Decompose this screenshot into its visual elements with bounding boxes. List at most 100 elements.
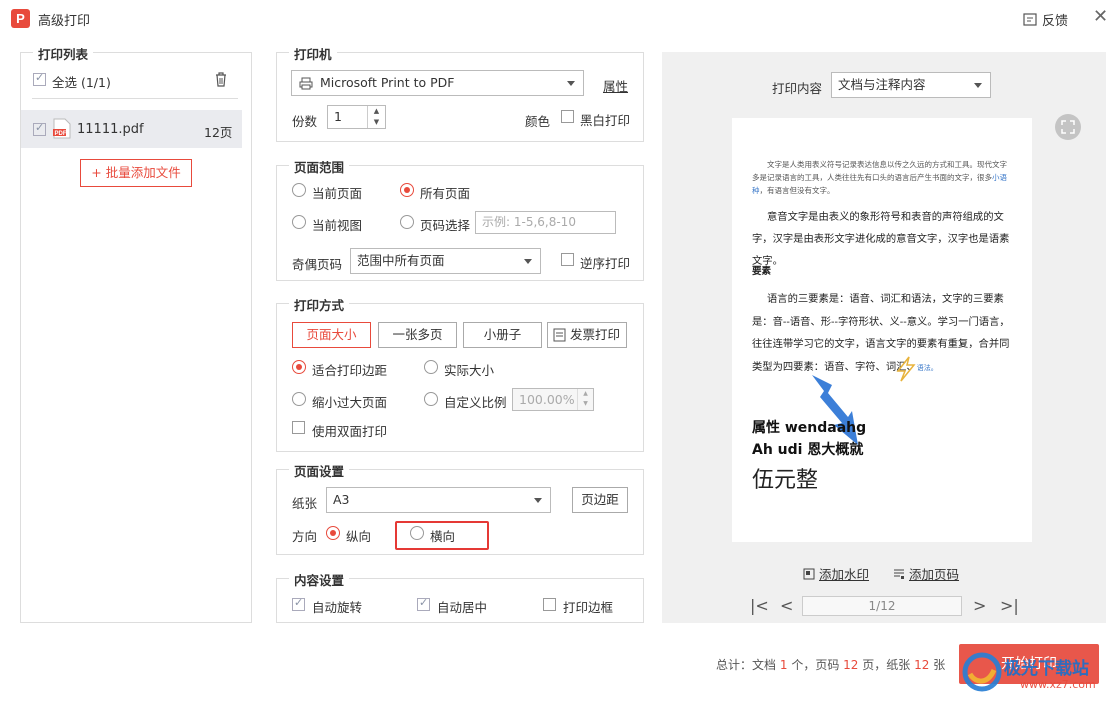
- fullscreen-icon: [1061, 120, 1075, 134]
- duplex-label: 使用双面打印: [312, 424, 388, 439]
- portrait-label: 纵向: [346, 529, 372, 544]
- chevron-down-icon: [567, 81, 575, 86]
- last-page-icon[interactable]: >|: [1000, 596, 1019, 615]
- paper-select[interactable]: A3: [326, 487, 551, 513]
- current-page-label: 当前页面: [312, 186, 363, 201]
- prev-page-icon[interactable]: <: [780, 596, 793, 615]
- fullscreen-button[interactable]: [1055, 114, 1081, 140]
- odd-even-label: 奇偶页码: [292, 257, 343, 272]
- select-all-label: 全选 (1/1): [52, 75, 111, 90]
- file-pages: 12页: [204, 125, 233, 140]
- print-content-value: 文档与注释内容: [838, 77, 926, 92]
- bw-checkbox[interactable]: [561, 110, 574, 123]
- watermark-icon: [803, 568, 815, 579]
- printer-properties-link[interactable]: 属性: [603, 76, 628, 95]
- print-mode-title: 打印方式: [289, 295, 350, 314]
- tab-booklet[interactable]: 小册子: [463, 322, 542, 348]
- page-select-label: 页码选择: [420, 218, 471, 233]
- paper-label: 纸张: [292, 496, 318, 511]
- all-pages-radio[interactable]: [400, 183, 414, 197]
- duplex-checkbox[interactable]: [292, 421, 305, 434]
- first-page-icon[interactable]: |<: [750, 596, 769, 615]
- odd-even-select[interactable]: 范围中所有页面: [350, 248, 541, 274]
- tab-invoice-label: 发票打印: [569, 327, 620, 342]
- add-watermark-button[interactable]: 添加水印: [803, 564, 869, 583]
- auto-rotate-checkbox[interactable]: [292, 596, 305, 611]
- file-checkbox[interactable]: [33, 121, 46, 136]
- custom-scale-radio[interactable]: [424, 392, 438, 406]
- copies-value: 1: [334, 109, 342, 124]
- tab-page-size[interactable]: 页面大小: [292, 322, 371, 348]
- feedback-label: 反馈: [1042, 14, 1069, 29]
- page-select-radio[interactable]: [400, 215, 414, 229]
- chevron-down-icon: [524, 259, 532, 264]
- reverse-label: 逆序打印: [580, 256, 631, 271]
- print-content-select[interactable]: 文档与注释内容: [831, 72, 991, 98]
- reverse-checkbox[interactable]: [561, 253, 574, 266]
- printer-select[interactable]: Microsoft Print to PDF: [291, 70, 584, 96]
- doc-p1b: ，有语言但没有文字。: [759, 186, 835, 195]
- stepper-arrows-icon[interactable]: ▲ ▼: [577, 389, 593, 410]
- color-label: 颜色: [525, 114, 551, 129]
- tab-multi-page[interactable]: 一张多页: [378, 322, 457, 348]
- current-view-label: 当前视图: [312, 218, 363, 233]
- doc-big-text-1: 属性 wendaahg: [752, 420, 867, 436]
- trash-icon[interactable]: [214, 72, 228, 87]
- print-border-label: 打印边框: [563, 600, 614, 615]
- doc-paragraph-3: 语言的三要素是：语音、词汇和语法，文字的三要素是：音--语音、形--字符形状、义…: [752, 288, 1014, 380]
- summary-sheets: 12: [914, 658, 930, 672]
- invoice-icon: [553, 328, 566, 342]
- print-content-label: 打印内容: [772, 81, 823, 96]
- print-border-checkbox[interactable]: [543, 598, 556, 611]
- app-logo-icon: P: [11, 9, 30, 28]
- fit-margins-label: 适合打印边距: [312, 363, 388, 378]
- page-range-title: 页面范围: [289, 157, 350, 176]
- auto-center-checkbox[interactable]: [417, 596, 430, 611]
- divider: [32, 98, 238, 99]
- feedback-icon: [1023, 12, 1037, 26]
- landscape-highlight-box: [395, 521, 489, 550]
- pdf-file-icon: PDF: [53, 118, 71, 139]
- select-all-checkbox[interactable]: [33, 71, 46, 86]
- page-range-input[interactable]: 示例: 1-5,6,8-10: [475, 211, 616, 234]
- current-page-radio[interactable]: [292, 183, 306, 197]
- copies-label: 份数: [292, 114, 318, 129]
- scale-stepper[interactable]: 100.00% ▲ ▼: [512, 388, 594, 411]
- portrait-radio[interactable]: [326, 526, 340, 540]
- summary-mid1: 个，页码: [791, 658, 840, 672]
- current-view-radio[interactable]: [292, 215, 306, 229]
- doc-big-text-3: 伍元整: [752, 468, 819, 493]
- shrink-radio[interactable]: [292, 392, 306, 406]
- fit-margins-radio[interactable]: [292, 360, 306, 374]
- add-watermark-label: 添加水印: [819, 567, 870, 582]
- summary-pages: 12: [843, 658, 859, 672]
- stepper-arrows-icon[interactable]: ▲ ▼: [367, 106, 385, 128]
- lightning-annotation-icon: [896, 356, 916, 382]
- doc-paragraph-2: 意音文字是由表义的象形符号和表音的声符组成的文字，汉字是由表形文字进化成的意音文…: [752, 211, 1010, 267]
- actual-size-label: 实际大小: [444, 363, 495, 378]
- scale-value: 100.00%: [519, 392, 575, 407]
- actual-size-radio[interactable]: [424, 360, 438, 374]
- orientation-label: 方向: [292, 529, 318, 544]
- page-setup-title: 页面设置: [289, 461, 350, 480]
- page-indicator[interactable]: 1/12: [802, 596, 962, 616]
- chevron-down-icon: [534, 498, 542, 503]
- window-title: 高级打印: [38, 14, 91, 29]
- summary-docs: 1: [779, 658, 788, 672]
- add-page-number-button[interactable]: 添加页码: [893, 564, 959, 583]
- site-watermark: 极光下载站 www.xz7.com: [960, 650, 1110, 696]
- title-bar: P 高级打印 反馈 ✕: [0, 0, 1120, 36]
- copies-stepper[interactable]: 1 ▲ ▼: [327, 105, 386, 129]
- add-files-button[interactable]: + 批量添加文件: [80, 159, 192, 187]
- shrink-label: 缩小过大页面: [312, 395, 388, 410]
- auto-center-label: 自动居中: [437, 600, 488, 615]
- margins-button[interactable]: 页边距: [572, 487, 628, 513]
- next-page-icon[interactable]: >: [973, 596, 986, 615]
- close-icon[interactable]: ✕: [1093, 6, 1108, 27]
- bw-label: 黑白打印: [580, 113, 631, 128]
- print-list-title: 打印列表: [33, 44, 94, 63]
- watermark-url: www.xz7.com: [1020, 678, 1096, 691]
- page-number-icon: [894, 569, 904, 579]
- tab-invoice[interactable]: 发票打印: [547, 322, 627, 348]
- feedback-button[interactable]: 反馈: [1023, 10, 1068, 29]
